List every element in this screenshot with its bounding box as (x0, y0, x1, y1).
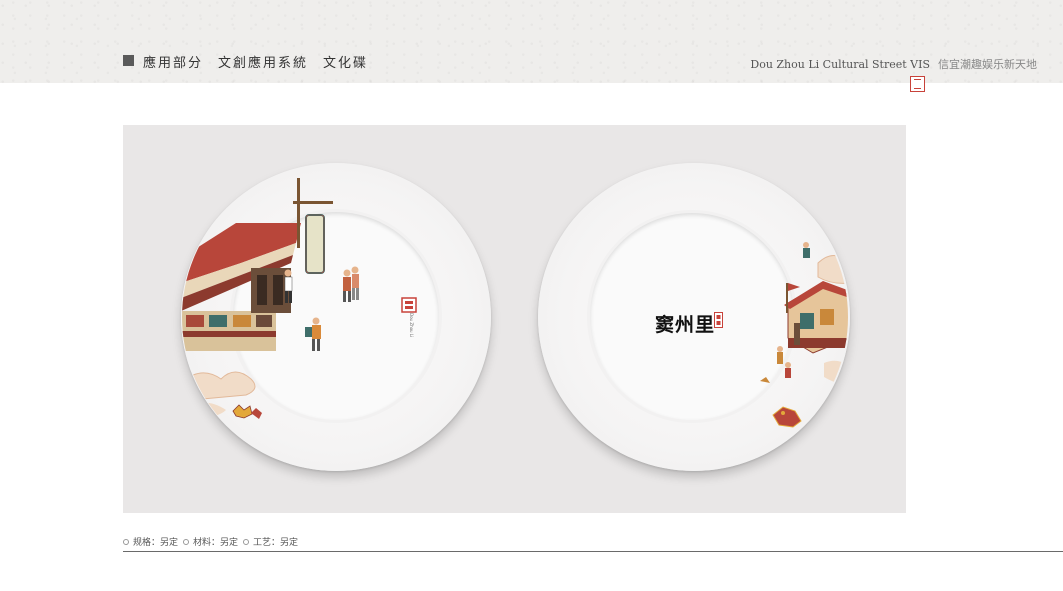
product-display-panel: Dou Zhou Li Cultural Street 窦州里 (123, 125, 906, 513)
footer-divider (123, 551, 1063, 552)
spec-material: 材料：另定 (183, 535, 238, 548)
section-marker-square (123, 55, 134, 66)
page-title: 應用部分 文創應用系統 文化碟 (143, 56, 369, 71)
seal-logo-icon (910, 76, 925, 92)
bullet-circle-icon (243, 538, 249, 545)
spec-label: 材料：另定 (193, 538, 239, 548)
header-brand: Dou Zhou Li Cultural Street VIS 信宜潮趣娱乐新天地 (750, 56, 1037, 72)
street-scene-illustration-left (182, 178, 359, 419)
brand-chinese: 信宜潮趣娱乐新天地 (938, 58, 1037, 71)
seal-logo-icon (401, 297, 417, 313)
street-scene-illustration-right (760, 242, 848, 428)
plate-vertical-caption: Dou Zhou Li Cultural Street (409, 313, 415, 338)
brand-english: Dou Zhou Li Cultural Street VIS (750, 58, 930, 71)
spec-size: 规格：另定 (123, 535, 178, 548)
spec-label: 工艺：另定 (253, 538, 299, 548)
spec-label: 规格：另定 (133, 538, 179, 548)
bullet-circle-icon (183, 538, 189, 545)
bullet-circle-icon (123, 538, 129, 545)
spec-craft: 工艺：另定 (243, 535, 298, 548)
